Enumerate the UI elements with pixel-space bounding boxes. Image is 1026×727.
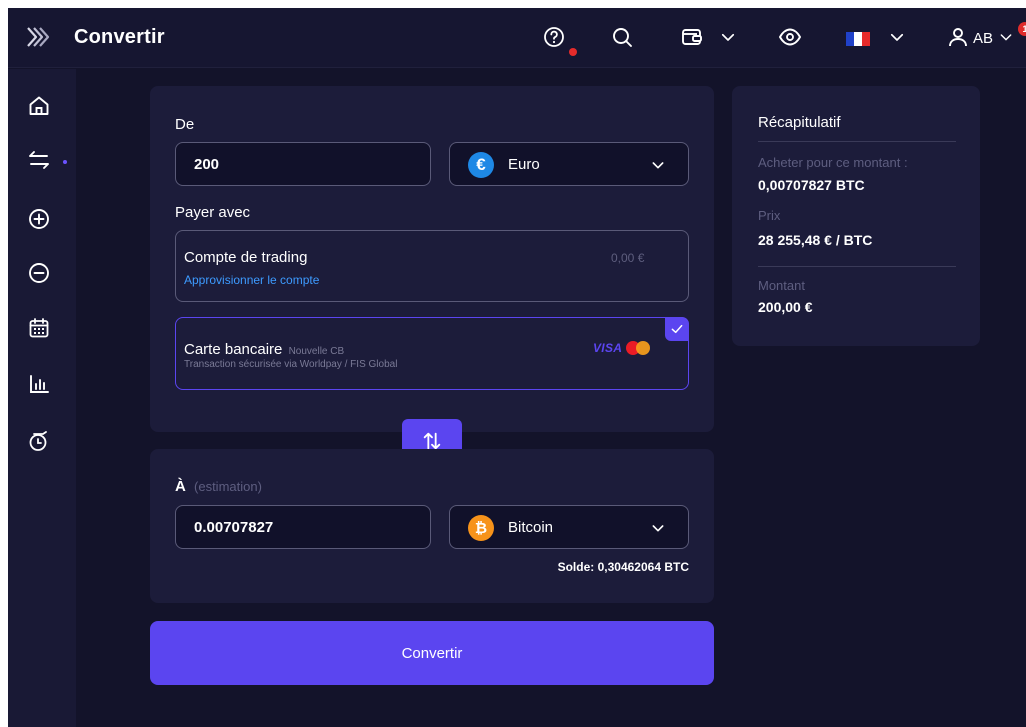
help-icon[interactable]	[542, 25, 566, 49]
page-title: Convertir	[74, 26, 165, 48]
from-label: De	[175, 116, 195, 133]
summary-buy-label: Acheter pour ce montant :	[758, 155, 908, 170]
bar-chart-icon[interactable]	[27, 372, 51, 396]
sidebar	[8, 69, 76, 727]
bank-card-tag: Nouvelle CB	[288, 346, 345, 357]
visa-mastercard-logo: VISA	[593, 341, 652, 355]
help-alert-dot	[569, 48, 577, 56]
estimation-hint: (estimation)	[194, 479, 262, 494]
convert-arrows-icon[interactable]	[27, 148, 51, 172]
savings-clock-icon[interactable]	[27, 429, 51, 453]
logo-icon[interactable]	[26, 26, 52, 48]
summary-divider	[758, 141, 956, 142]
summary-amount-label: Montant	[758, 278, 805, 293]
trading-account-balance: 0,00 €	[611, 251, 645, 265]
to-amount-value[interactable]: 0.00707827	[194, 519, 273, 536]
wallet-balance: Solde: 0,30462064 BTC	[557, 560, 689, 574]
summary-price-value: 28 255,48 € / BTC	[758, 232, 873, 248]
summary-card: Récapitulatif Acheter pour ce montant : …	[732, 86, 980, 346]
eye-icon[interactable]	[778, 25, 802, 49]
bitcoin-icon: ₿	[468, 515, 494, 541]
selected-check-icon	[665, 317, 689, 341]
user-chevron-down-icon[interactable]	[998, 29, 1014, 45]
to-currency-select[interactable]: ₿ Bitcoin	[449, 505, 689, 549]
app-frame: Convertir AB 1 De 200 € Euro Payer avec …	[8, 8, 1026, 727]
trading-account-option[interactable]: Compte de trading Approvisionner le comp…	[175, 230, 689, 302]
home-icon[interactable]	[27, 94, 51, 118]
user-icon[interactable]	[946, 25, 970, 49]
trading-account-title: Compte de trading	[184, 249, 308, 266]
summary-price-label: Prix	[758, 208, 781, 223]
summary-buy-value: 0,00707827 BTC	[758, 177, 865, 193]
from-card: De 200 € Euro Payer avec Compte de tradi…	[150, 86, 714, 432]
user-initials[interactable]: AB	[973, 30, 993, 47]
euro-icon: €	[468, 152, 494, 178]
bank-card-title: Carte bancaire Nouvelle CB	[184, 341, 345, 358]
notification-badge[interactable]: 1	[1018, 22, 1026, 36]
calendar-icon[interactable]	[27, 316, 51, 340]
to-card: À (estimation) 0.00707827 ₿ Bitcoin Sold…	[150, 449, 714, 603]
mastercard-icon	[626, 341, 652, 355]
to-amount-input[interactable]: 0.00707827	[175, 505, 431, 549]
from-currency-select[interactable]: € Euro	[449, 142, 689, 186]
chevron-down-icon	[652, 525, 664, 532]
top-bar: Convertir AB 1	[8, 8, 1026, 68]
to-currency-name: Bitcoin	[508, 519, 554, 536]
summary-title: Récapitulatif	[758, 114, 841, 131]
chevron-down-icon	[652, 162, 664, 169]
minus-circle-icon[interactable]	[27, 261, 51, 285]
summary-amount-value: 200,00 €	[758, 299, 813, 315]
fund-account-link[interactable]: Approvisionner le compte	[184, 273, 319, 287]
convert-button[interactable]: Convertir	[150, 621, 714, 685]
search-icon[interactable]	[610, 25, 634, 49]
to-label: À (estimation)	[175, 478, 262, 495]
pay-with-label: Payer avec	[175, 204, 251, 221]
bank-card-security-note: Transaction sécurisée via Worldpay / FIS…	[184, 359, 398, 370]
from-amount-input[interactable]: 200	[175, 142, 431, 186]
wallet-icon[interactable]	[680, 25, 704, 49]
from-amount-value[interactable]: 200	[194, 156, 219, 173]
from-currency-name: Euro	[508, 156, 540, 173]
plus-circle-icon[interactable]	[27, 207, 51, 231]
bank-card-option[interactable]: Carte bancaire Nouvelle CB Transaction s…	[175, 317, 689, 390]
wallet-chevron-down-icon[interactable]	[719, 28, 737, 46]
summary-divider	[758, 266, 956, 267]
language-chevron-down-icon[interactable]	[888, 28, 906, 46]
language-flag-icon[interactable]	[846, 32, 870, 46]
active-indicator	[63, 160, 67, 164]
